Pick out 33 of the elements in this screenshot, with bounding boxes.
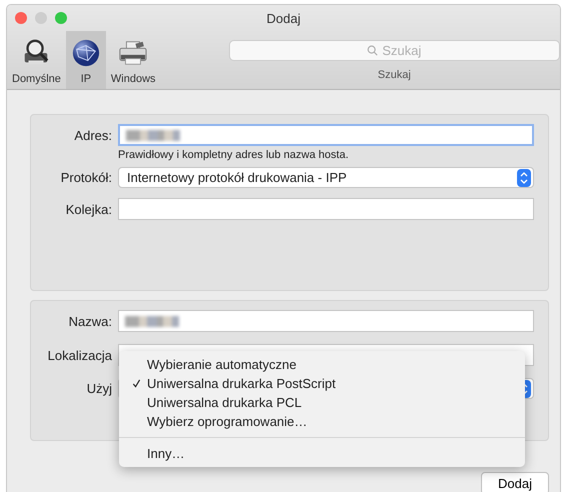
redacted-text [125, 316, 179, 326]
toolbar-tab[interactable]: IP [66, 31, 106, 89]
tab-label: IP [80, 73, 92, 85]
tab-label: Domyślne [12, 73, 61, 85]
hint-text: Prawidłowy i kompletny adres lub nazwa hosta. [118, 149, 349, 161]
menu-item[interactable]: Inny… [119, 444, 525, 463]
field-label: Nazwa: [68, 314, 113, 328]
search-label: Szukaj [378, 69, 411, 81]
field-label: Kolejka: [64, 202, 113, 216]
window-title: Dodaj [266, 10, 300, 26]
queue-field[interactable] [118, 198, 534, 220]
field-label: Użyj [86, 381, 113, 396]
toolbar-tab[interactable]: Windows [106, 31, 161, 89]
add-button[interactable]: Dodaj [481, 472, 549, 492]
menu-item[interactable]: Uniwersalna drukarka PCL [119, 393, 525, 412]
search-icon [367, 45, 378, 56]
toolbar-tab[interactable]: Domyślne [7, 31, 66, 89]
tab-label: Windows [110, 73, 156, 85]
menu-item[interactable]: Wybierz oprogramowanie… [119, 412, 525, 431]
close-button[interactable] [15, 12, 27, 24]
redacted-text [126, 130, 180, 140]
minimize-button[interactable] [35, 12, 47, 24]
name-field[interactable] [118, 310, 534, 332]
stepper-icon [517, 168, 531, 186]
zoom-button[interactable] [55, 12, 67, 24]
field-label: Lokalizacja [46, 348, 113, 362]
field-label: Adres: [73, 128, 113, 142]
globe-icon [70, 38, 101, 68]
protocol-dropdown[interactable]: Internetowy protokół drukowania - IPP [118, 167, 534, 188]
field-label: Protokół: [60, 170, 113, 185]
menu-item[interactable]: Wybieranie automatyczne [119, 355, 525, 374]
menu-item[interactable]: Uniwersalna drukarka PostScript [119, 374, 525, 393]
address-field[interactable] [118, 124, 534, 146]
